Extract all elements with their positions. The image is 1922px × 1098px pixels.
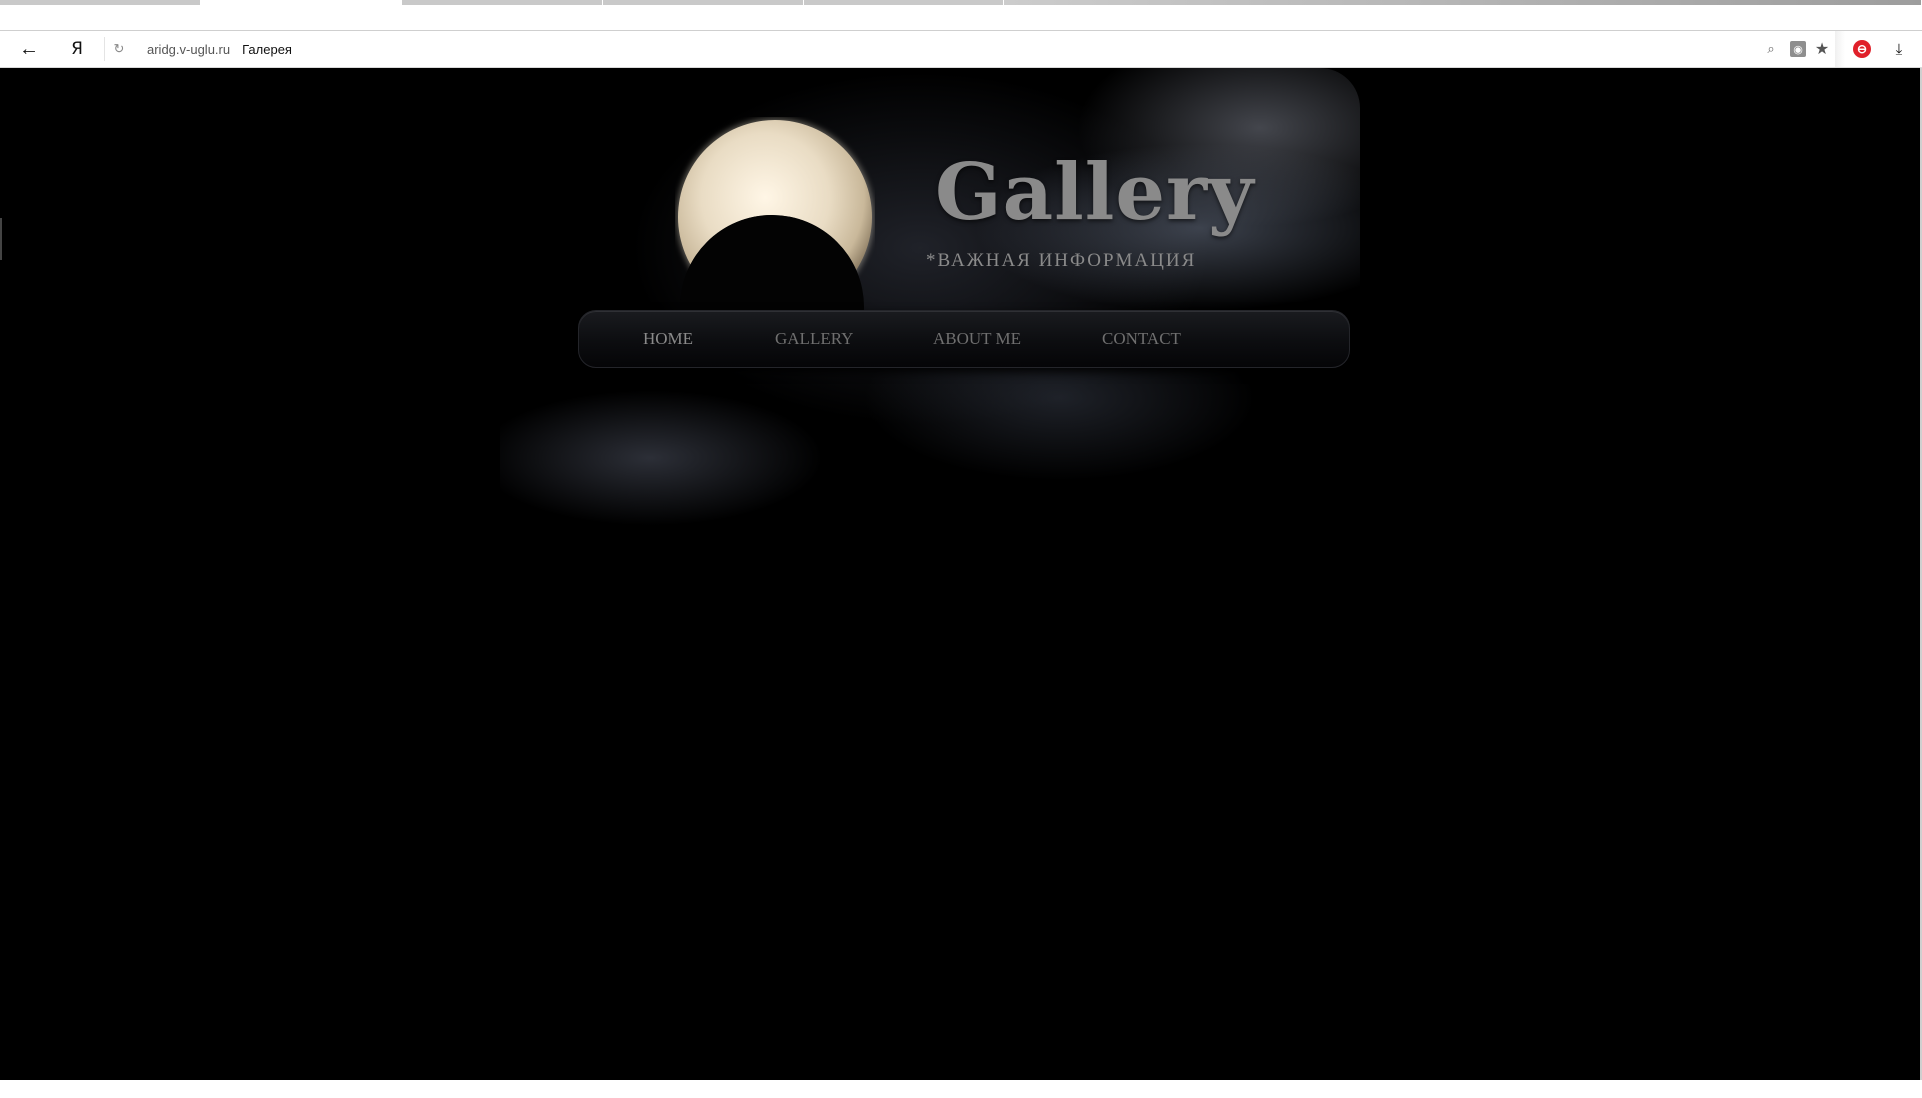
browser-tab[interactable]	[402, 0, 602, 5]
zoom-icon[interactable]: ⌕	[1762, 40, 1780, 58]
tab-strip-fill	[1004, 0, 1921, 5]
nav-item-contact[interactable]: CONTACT	[1102, 311, 1181, 367]
eclipse-image	[676, 118, 874, 317]
star-icon[interactable]: ★	[1813, 40, 1831, 58]
toolbar-separator	[1835, 31, 1845, 67]
tab-strip	[0, 0, 1922, 31]
nav-item-about-me[interactable]: ABOUT ME	[933, 311, 1021, 367]
nav-item-gallery[interactable]: GALLERY	[775, 311, 853, 367]
site-title: Gallery	[935, 147, 1255, 238]
window-bottom-edge	[0, 1080, 1922, 1098]
browser-tab[interactable]	[603, 0, 803, 5]
address-page-title[interactable]: Галерея	[242, 42, 292, 57]
main-navigation: HOME GALLERY ABOUT ME CONTACT	[578, 310, 1350, 368]
back-arrow-icon[interactable]: ←	[12, 31, 46, 67]
adblock-icon[interactable]: ⊖	[1853, 40, 1871, 58]
browser-tab[interactable]	[0, 0, 200, 5]
site-subtitle: *ВАЖНАЯ ИНФОРМАЦИЯ	[926, 250, 1197, 271]
address-bar[interactable]: aridg.v-uglu.ru Галерея	[147, 31, 292, 67]
yandex-logo-icon[interactable]: Я	[60, 31, 94, 67]
translate-icon[interactable]: ◉	[1790, 41, 1806, 57]
left-edge-indicator	[0, 218, 2, 260]
page-viewport[interactable]: Gallery *ВАЖНАЯ ИНФОРМАЦИЯ HOME GALLERY …	[0, 68, 1922, 1080]
browser-tab[interactable]	[804, 0, 1003, 5]
download-icon[interactable]: ⤓	[1890, 40, 1908, 58]
nav-item-home[interactable]: HOME	[643, 311, 693, 367]
toolbar-right-icons: ⌕ ◉ ★ ⊖ ⤓	[1722, 31, 1922, 67]
browser-tab-active[interactable]	[201, 0, 401, 5]
browser-toolbar: ← Я ↻ aridg.v-uglu.ru Галерея ⌕ ◉ ★ ⊖ ⤓	[0, 31, 1922, 68]
reload-icon[interactable]: ↻	[104, 31, 134, 67]
address-domain[interactable]: aridg.v-uglu.ru	[147, 42, 230, 57]
